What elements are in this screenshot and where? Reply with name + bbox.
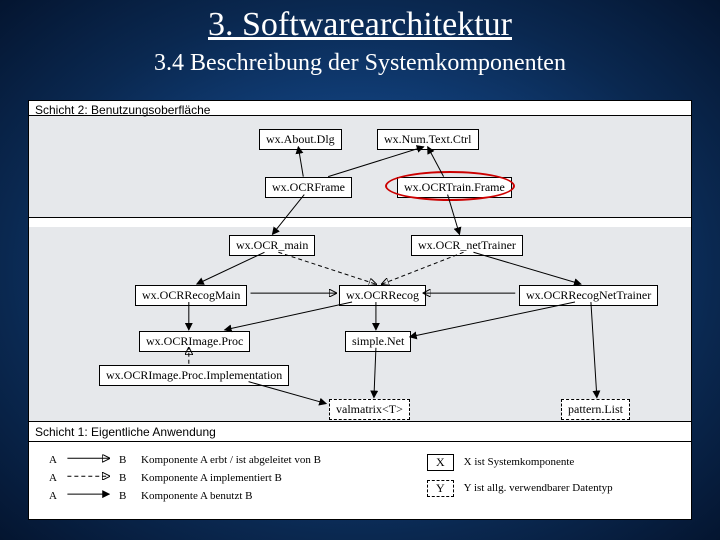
legend-left: A B Komponente A erbt / ist abgeleitet v…: [49, 451, 321, 505]
legend-b1: B: [119, 454, 131, 466]
legend-boxY: Y: [427, 480, 454, 497]
comp-wxocrnettrainer: wx.OCR_netTrainer: [411, 235, 523, 256]
legend-row-datatype: Y Y ist allg. verwendbarer Datentyp: [427, 479, 613, 497]
legend-row-inherits: A B Komponente A erbt / ist abgeleitet v…: [49, 451, 321, 469]
legend-b2: B: [119, 472, 131, 484]
legend-a1: A: [49, 454, 61, 466]
legend-a2: A: [49, 472, 61, 484]
hr-layer1-bottom: [29, 421, 691, 422]
legend-row-component: X X ist Systemkomponente: [427, 453, 613, 471]
highlight-ring: [385, 171, 515, 201]
comp-wxocrmain: wx.OCR_main: [229, 235, 315, 256]
layer2-band: [29, 115, 691, 217]
legend-desc1: Komponente A erbt / ist abgeleitet von B: [141, 454, 321, 466]
comp-wxocrrecogmain: wx.OCRRecogMain: [135, 285, 247, 306]
comp-wxocrimageproc: wx.OCRImage.Proc: [139, 331, 250, 352]
legend-desc2: Komponente A implementiert B: [141, 472, 282, 484]
comp-wxnumtextctrl: wx.Num.Text.Ctrl: [377, 129, 479, 150]
legend-row-uses: A B Komponente A benutzt B: [49, 487, 321, 505]
comp-wxocrrecog: wx.OCRRecog: [339, 285, 426, 306]
legend-a3: A: [49, 490, 61, 502]
comp-simplenet: simple.Net: [345, 331, 411, 352]
legend-desc3: Komponente A benutzt B: [141, 490, 253, 502]
legend-right: X X ist Systemkomponente Y Y ist allg. v…: [427, 453, 613, 497]
comp-wxocrrecognettrainer: wx.OCRRecogNetTrainer: [519, 285, 658, 306]
legend-boxX-desc: X ist Systemkomponente: [464, 456, 575, 468]
hr-legend-top: [29, 441, 691, 442]
layer1-band: [29, 227, 691, 421]
legend-boxY-desc: Y ist allg. verwendbarer Datentyp: [464, 482, 613, 494]
slide-subtitle: 3.4 Beschreibung der Systemkomponenten: [0, 50, 720, 77]
comp-wxocrimageprocimpl: wx.OCRImage.Proc.Implementation: [99, 365, 289, 386]
legend-boxX: X: [427, 454, 454, 471]
comp-wxaboutdlg: wx.About.Dlg: [259, 129, 342, 150]
legend-b3: B: [119, 490, 131, 502]
legend-row-implements: A B Komponente A implementiert B: [49, 469, 321, 487]
slide-title: 3. Softwarearchitektur: [0, 0, 720, 44]
comp-wxocrframe: wx.OCRFrame: [265, 177, 352, 198]
architecture-diagram: Schicht 2: Benutzungsoberfläche wx.About…: [28, 100, 692, 520]
comp-valmatrix: valmatrix<T>: [329, 399, 410, 420]
comp-patternlist: pattern.List: [561, 399, 630, 420]
hr-between-layers: [29, 217, 691, 218]
layer1-caption: Schicht 1: Eigentliche Anwendung: [35, 425, 216, 439]
hr-layer2-top: [29, 115, 691, 116]
